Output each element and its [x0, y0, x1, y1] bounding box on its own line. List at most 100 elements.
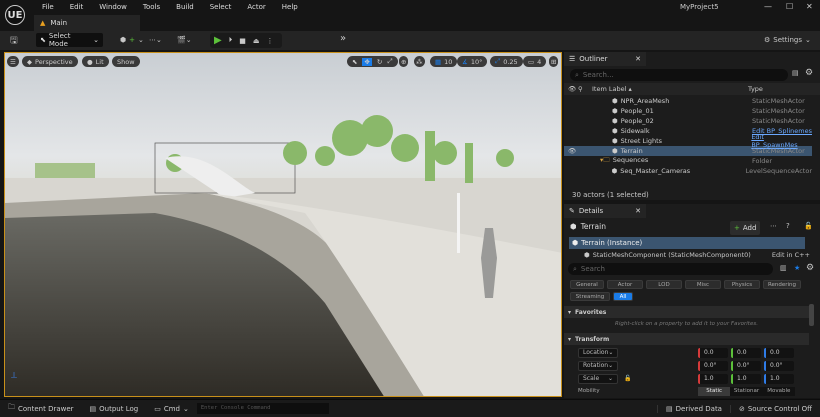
blueprint-icon[interactable]: ⋯: [770, 222, 777, 230]
edit-cpp-link[interactable]: Edit in C++: [772, 251, 810, 259]
angle-snap-button[interactable]: ∡ 10°: [457, 56, 488, 67]
add-folder-icon[interactable]: ▤: [792, 69, 799, 77]
menu-help[interactable]: Help: [274, 3, 306, 11]
outliner-row[interactable]: ⬢ Seq_Master_Cameras LevelSequenceActor: [564, 166, 812, 176]
mobility-stationar[interactable]: Stationar: [730, 387, 762, 396]
level-viewport[interactable]: ☰ ◆ Perspective ● Lit Show ⬉ ✥ ↻ ⤢ ⊕ ⁂ ▦ 10 ∡ 1…: [4, 52, 562, 397]
filter-physics[interactable]: Physics: [724, 280, 760, 289]
column-type[interactable]: Type: [748, 85, 763, 93]
select-mode-dropdown[interactable]: ⬉ Select Mode ⌄: [36, 32, 103, 48]
rotation-z-input[interactable]: 0.0°: [764, 360, 794, 371]
scale-y-input[interactable]: 1.0: [731, 373, 761, 384]
outliner-tab[interactable]: ☰ Outliner ✕: [564, 52, 646, 66]
component-row[interactable]: ⬢ StaticMeshComponent (StaticMeshComponen…: [584, 251, 810, 259]
outliner-row[interactable]: 👁 ⬢ Terrain StaticMeshActor: [564, 146, 812, 156]
column-item-label[interactable]: Item Label ▴: [592, 85, 748, 93]
rotate-tool-icon[interactable]: ↻: [377, 58, 382, 66]
cmd-dropdown[interactable]: ▭ Cmd ⌄: [146, 405, 197, 413]
location-z-input[interactable]: 0.0: [764, 347, 794, 358]
filter-all[interactable]: All: [613, 292, 633, 301]
location-x-input[interactable]: 0.0: [698, 347, 728, 358]
menu-edit[interactable]: Edit: [62, 3, 92, 11]
surface-snap-icon[interactable]: ⁂: [414, 56, 425, 67]
settings-button[interactable]: ⚙ Settings ⌄: [760, 33, 815, 47]
scale-snap-button[interactable]: ⤢ 0.25: [490, 56, 523, 67]
filter-actor[interactable]: Actor: [607, 280, 643, 289]
stop-icon[interactable]: ■: [239, 37, 246, 45]
cinematics-button[interactable]: 🎬⌄: [173, 33, 196, 47]
gear-icon[interactable]: ⚙: [806, 263, 814, 273]
play-icon[interactable]: ▶: [214, 35, 222, 46]
filter-rendering[interactable]: Rendering: [763, 280, 801, 289]
outliner-search-input[interactable]: ⌕ Search...: [570, 69, 788, 81]
rotation-dropdown[interactable]: Rotation ⌄: [578, 360, 618, 371]
select-tool-icon[interactable]: ⬉: [352, 58, 357, 66]
star-icon[interactable]: ★: [794, 264, 800, 272]
filter-streaming[interactable]: Streaming: [570, 292, 610, 301]
tab-main[interactable]: ▲ Main: [34, 15, 140, 31]
step-icon[interactable]: ⏵: [229, 36, 233, 45]
details-tab[interactable]: ✎ Details ✕: [564, 204, 646, 218]
close-tab-icon[interactable]: ✕: [635, 55, 641, 63]
move-tool-icon[interactable]: ✥: [362, 57, 372, 66]
menu-select[interactable]: Select: [202, 3, 240, 11]
content-drawer-button[interactable]: 🗀 Content Drawer: [0, 403, 82, 414]
derived-data-button[interactable]: ▤ Derived Data: [657, 404, 730, 413]
filter-lod[interactable]: LOD: [646, 280, 682, 289]
outliner-row[interactable]: ⬢ NPR_AreaMesh StaticMeshActor: [564, 96, 812, 106]
rotation-x-input[interactable]: 0.0°: [698, 360, 728, 371]
close-tab-icon[interactable]: ✕: [635, 207, 641, 215]
eye-icon[interactable]: 👁: [564, 85, 578, 93]
filter-misc[interactable]: Misc: [685, 280, 721, 289]
add-component-button[interactable]: + Add: [730, 221, 761, 235]
console-input[interactable]: Enter Console Command: [196, 403, 329, 414]
help-icon[interactable]: ?: [786, 222, 790, 230]
lock-icon[interactable]: 🔓: [804, 222, 813, 230]
filter-general[interactable]: General: [570, 280, 604, 289]
menu-build[interactable]: Build: [168, 3, 202, 11]
viewport-menu-button[interactable]: ☰: [7, 56, 19, 67]
expand-toolbar-icon[interactable]: »: [340, 33, 346, 44]
menu-window[interactable]: Window: [91, 3, 135, 11]
location-dropdown[interactable]: Location ⌄: [578, 347, 618, 358]
add-actor-button[interactable]: ⬢ + ⌄: [116, 33, 148, 47]
outliner-row[interactable]: ⬢ People_01 StaticMeshActor: [564, 106, 812, 116]
instance-row[interactable]: ⬢ Terrain (Instance): [569, 237, 805, 249]
camera-speed-button[interactable]: ▭ 4: [523, 56, 547, 67]
mobility-static[interactable]: Static: [698, 387, 731, 396]
transform-section[interactable]: ▾ Transform: [564, 333, 809, 345]
rotation-y-input[interactable]: 0.0°: [731, 360, 761, 371]
minimize-icon[interactable]: —: [764, 2, 772, 11]
eject-icon[interactable]: ⏏: [253, 37, 260, 45]
lock-icon[interactable]: 🔓: [624, 375, 631, 382]
outliner-row[interactable]: ▾🗀 Sequences Folder: [564, 156, 812, 166]
outliner-row[interactable]: ⬢ People_02 StaticMeshActor: [564, 116, 812, 126]
maximize-icon[interactable]: ☐: [786, 2, 793, 11]
menu-file[interactable]: File: [34, 3, 62, 11]
scale-dropdown[interactable]: Scale ⌄: [578, 373, 618, 384]
menu-actor[interactable]: Actor: [239, 3, 273, 11]
favorites-section[interactable]: ▾ Favorites: [564, 306, 809, 318]
transform-tools[interactable]: ⬉ ✥ ↻ ⤢: [347, 56, 398, 67]
perspective-button[interactable]: ◆ Perspective: [22, 56, 78, 67]
mobility-movable[interactable]: Movable: [763, 387, 795, 396]
source-control-button[interactable]: ⊘ Source Control Off: [729, 404, 820, 413]
more-icon[interactable]: ⋮: [266, 37, 273, 45]
grid-snap-button[interactable]: ▦ 10: [430, 56, 458, 67]
menu-tools[interactable]: Tools: [135, 3, 168, 11]
blueprint-button[interactable]: ⋯⌄: [145, 33, 166, 47]
property-matrix-icon[interactable]: ▥: [780, 264, 787, 272]
visibility-icon[interactable]: 👁: [564, 147, 578, 155]
details-search-input[interactable]: ⌕ Search: [568, 263, 773, 275]
outliner-row[interactable]: ⬢ Street Lights Edit BP_SpawnMes: [564, 133, 812, 149]
lit-button[interactable]: ● Lit: [82, 56, 109, 67]
location-y-input[interactable]: 0.0: [731, 347, 761, 358]
output-log-button[interactable]: ▤ Output Log: [82, 405, 147, 413]
scale-x-input[interactable]: 1.0: [698, 373, 728, 384]
show-button[interactable]: Show: [112, 56, 140, 67]
scale-tool-icon[interactable]: ⤢: [387, 57, 392, 66]
save-button[interactable]: 🖫: [6, 34, 22, 48]
gear-icon[interactable]: ⚙: [805, 68, 813, 78]
close-icon[interactable]: ✕: [806, 2, 813, 11]
details-scrollbar[interactable]: [809, 304, 814, 326]
